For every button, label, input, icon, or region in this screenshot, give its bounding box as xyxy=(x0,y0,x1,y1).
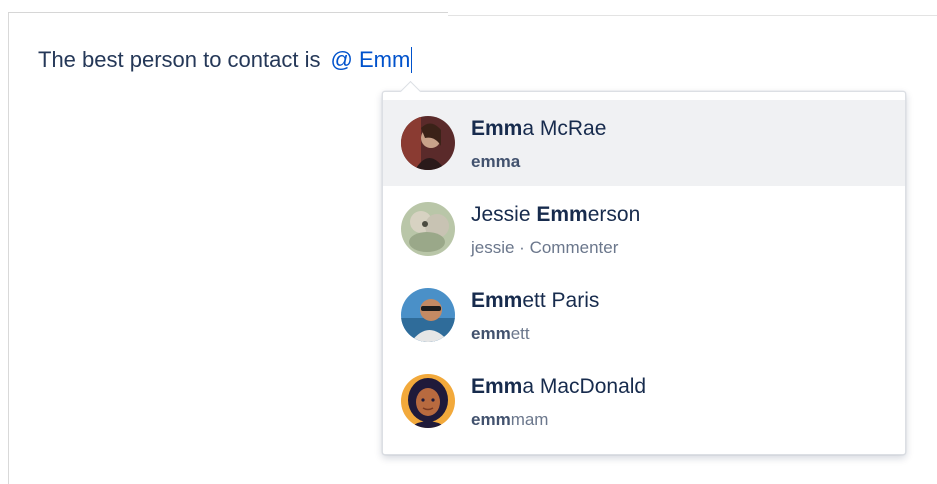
mention-suggestion-item[interactable]: Emmett Paris emmett xyxy=(383,272,905,358)
suggestion-name: Emma McRae xyxy=(471,117,607,140)
avatar xyxy=(401,202,455,256)
text-caret xyxy=(411,47,413,73)
editor-line[interactable]: The best person to contact is @ Emm xyxy=(38,45,413,75)
suggestion-name: Jessie Emmerson xyxy=(471,203,641,226)
mention-suggestions-popup: Emma McRae emma Jessie Emmerson jessie ·… xyxy=(382,80,906,455)
suggestion-username: emmmam xyxy=(471,410,549,429)
mention-query[interactable]: @ Emm xyxy=(331,47,411,72)
avatar xyxy=(401,116,455,170)
avatar xyxy=(401,374,455,428)
suggestion-name: Emma MacDonald xyxy=(471,375,647,398)
mention-suggestion-item[interactable]: Jessie Emmerson jessie · Commenter xyxy=(383,186,905,272)
suggestion-username: emma xyxy=(471,152,521,171)
suggestion-name: Emmett Paris xyxy=(471,289,600,312)
avatar xyxy=(401,288,455,342)
mention-suggestion-item[interactable]: Emma McRae emma xyxy=(383,100,905,186)
mention-suggestion-item[interactable]: Emma MacDonald emmmam xyxy=(383,358,905,444)
editor-text: The best person to contact is xyxy=(38,47,321,72)
suggestion-username: emmett xyxy=(471,324,530,343)
suggestion-username: jessie · Commenter xyxy=(471,238,619,257)
